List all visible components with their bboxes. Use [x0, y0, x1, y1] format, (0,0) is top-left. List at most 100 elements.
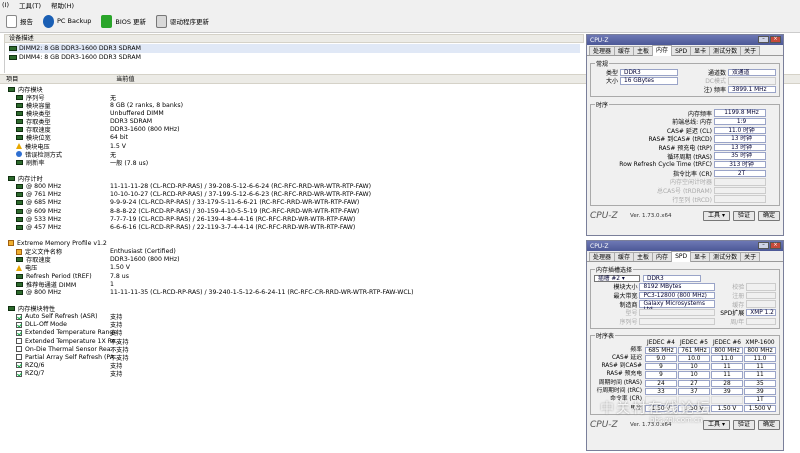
field-cell: On-Die Thermal Sensor Rea...: [0, 346, 116, 353]
memory-icon: [16, 159, 23, 165]
spd-field-row: 模块大小 8192 MBytes 校验: [594, 283, 776, 291]
section-header[interactable]: 内存模块特性: [0, 304, 580, 313]
table-cell: 10: [678, 371, 710, 379]
ok-button[interactable]: 确定: [757, 419, 780, 430]
value-cell: 1.5 V: [110, 142, 127, 150]
device-item[interactable]: DIMM2: 8 GB DDR3-1600 DDR3 SDRAM: [9, 44, 580, 53]
field-column-header[interactable]: 项目: [0, 75, 110, 83]
bios-update-button[interactable]: BIOS 更新: [101, 14, 146, 28]
tab-处理器[interactable]: 处理器: [589, 252, 616, 261]
slot-select[interactable]: 插槽 #2 ▾: [594, 274, 640, 282]
menu-item[interactable]: 帮助(H): [51, 0, 74, 10]
report-button[interactable]: 报告: [6, 14, 33, 28]
table-cell: 11.0: [711, 354, 743, 363]
spd-value: [639, 308, 715, 317]
tab-测试分数[interactable]: 测试分数: [709, 252, 742, 261]
field-label: Extended Temperature Range: [25, 329, 118, 337]
property-row[interactable]: Auto Self Refresh (ASR) 支持: [0, 313, 580, 321]
timing-value: [714, 178, 766, 186]
close-button[interactable]: ×: [770, 36, 781, 43]
tab-主板[interactable]: 主板: [633, 46, 654, 55]
property-row[interactable]: @ 800 MHz 11-11-11-35 (CL-RCD-RP-RAS) / 3…: [0, 288, 580, 296]
tab-内存[interactable]: 内存: [652, 45, 673, 56]
tools-label: 工具: [708, 420, 721, 428]
tab-关于[interactable]: 关于: [740, 252, 761, 261]
timing-value: 1199.8 MHz: [714, 109, 766, 117]
value-cell: DDR3-1600 (800 MHz): [110, 256, 180, 264]
tab-内存[interactable]: 内存: [652, 252, 673, 261]
tools-button[interactable]: 工具 ▾: [703, 419, 730, 430]
field-label: On-Die Thermal Sensor Rea...: [25, 345, 117, 353]
property-row[interactable]: Extended Temperature Range 支持: [0, 329, 580, 337]
timing-row: 总CAS号 (tRDRAM): [594, 186, 776, 195]
timing-label: 循环周期 (tRAS): [667, 153, 712, 161]
validate-button[interactable]: 验证: [732, 419, 755, 430]
table-cell: 10.0: [678, 354, 710, 363]
field-label: @ 685 MHz: [26, 199, 62, 207]
driver-update-button[interactable]: 驱动程序更新: [156, 14, 209, 28]
minimize-button[interactable]: –: [758, 36, 769, 43]
device-list: DIMM2: 8 GB DDR3-1600 DDR3 SDRAM DIMM4: …: [4, 43, 584, 73]
property-row[interactable]: @ 533 MHz 7-7-7-19 (CL-RCD-RP-RAS) / 26-1…: [0, 215, 580, 223]
tab-strip: 处理器 缓存 主板 内存 SPD 显卡 测试分数 关于: [587, 251, 783, 262]
tab-测试分数[interactable]: 测试分数: [709, 46, 742, 55]
window-title: CPU-Z: [590, 36, 609, 44]
property-row[interactable]: @ 761 MHz 10-10-10-27 (CL-RCD-RP-RAS) / 3…: [0, 191, 580, 199]
property-row[interactable]: DLL-Off Mode 支持: [0, 321, 580, 329]
close-button[interactable]: ×: [770, 242, 781, 249]
section-title-cell: 内存计时: [0, 174, 43, 183]
slot-group: 内存插槽选择 插槽 #2 ▾ DDR3 模块大小 8192 MBytes 校验 最大带…: [590, 265, 780, 329]
device-item[interactable]: DIMM4: 8 GB DDR3-1600 DDR3 SDRAM: [9, 53, 580, 62]
section-icon: [8, 240, 14, 247]
property-row[interactable]: On-Die Thermal Sensor Rea... 不支持: [0, 345, 580, 354]
window-titlebar: CPU-Z – ×: [587, 35, 783, 45]
table-cell: 1.50 V: [711, 404, 743, 412]
tools-button[interactable]: 工具 ▾: [703, 211, 730, 222]
tab-SPD[interactable]: SPD: [671, 46, 692, 55]
value-column-header[interactable]: 当前值: [110, 75, 135, 83]
field-cell: @ 609 MHz: [0, 208, 110, 215]
tab-显卡[interactable]: 显卡: [690, 252, 711, 261]
tab-strip: 处理器 缓存 主板 内存 SPD 显卡 测试分数 关于: [587, 45, 783, 56]
property-row[interactable]: 推荐每通道 DIMM 1: [0, 280, 580, 289]
table-cell: 9.0: [645, 354, 677, 363]
menu-item[interactable]: (I): [2, 1, 9, 9]
minimize-button[interactable]: –: [758, 242, 769, 249]
tab-主板[interactable]: 主板: [633, 252, 654, 261]
field-cell: @ 800 MHz: [0, 183, 110, 190]
property-row[interactable]: @ 800 MHz 11-11-11-28 (CL-RCD-RP-RAS) / 3…: [0, 183, 580, 191]
nb-freq-value: 3899.1 MHz: [728, 85, 776, 94]
field-label: Auto Self Refresh (ASR): [25, 313, 98, 321]
property-row[interactable]: 刷新率 一般 (7.8 us): [0, 158, 580, 167]
property-row[interactable]: RZQ/6 支持: [0, 361, 580, 370]
property-row[interactable]: 电压 1.50 V: [0, 264, 580, 272]
ok-button[interactable]: 确定: [757, 211, 780, 222]
property-row[interactable]: @ 685 MHz 9-9-9-24 (CL-RCD-RP-RAS) / 33-1…: [0, 199, 580, 207]
memory-icon: [16, 135, 23, 141]
checkbox-icon: [16, 329, 22, 336]
tab-显卡[interactable]: 显卡: [690, 46, 711, 55]
section-title: Extreme Memory Profile v1.2: [17, 239, 107, 247]
table-row-label: CAS# 延迟: [612, 354, 642, 361]
tab-处理器[interactable]: 处理器: [589, 46, 616, 55]
table-cell: 28: [711, 379, 743, 388]
tab-SPD[interactable]: SPD: [671, 251, 692, 262]
validate-button[interactable]: 验证: [732, 211, 755, 222]
memory-icon: [16, 216, 23, 222]
cpuz-memory-window: CPU-Z – × 处理器 缓存 主板 内存 SPD 显卡 测试分数 关于 常规 类型 DDR3…: [586, 34, 784, 236]
property-row[interactable]: Partial Array Self Refresh (PA... 不支持: [0, 353, 580, 362]
watermark: 中关村在线论坛: [600, 401, 712, 417]
property-row[interactable]: @ 457 MHz 6-6-6-16 (CL-RCD-RP-RAS) / 22-1…: [0, 223, 580, 231]
property-row[interactable]: Extended Temperature 1X Re... 不支持: [0, 337, 580, 346]
property-row[interactable]: @ 609 MHz 8-8-8-22 (CL-RCD-RP-RAS) / 30-1…: [0, 207, 580, 215]
version-label: Ver. 1.73.0.x64: [630, 213, 672, 220]
slot-selected: 插槽 #2: [598, 275, 620, 282]
section-header[interactable]: 内存计时: [0, 174, 580, 183]
tab-缓存[interactable]: 缓存: [614, 252, 635, 261]
property-row[interactable]: RZQ/7 支持: [0, 370, 580, 378]
tab-缓存[interactable]: 缓存: [614, 46, 635, 55]
pc-backup-button[interactable]: PC Backup: [43, 14, 91, 28]
menu-item[interactable]: 工具(T): [19, 0, 41, 10]
tab-关于[interactable]: 关于: [740, 46, 761, 55]
section-title-cell: 内存模块特性: [0, 304, 55, 313]
